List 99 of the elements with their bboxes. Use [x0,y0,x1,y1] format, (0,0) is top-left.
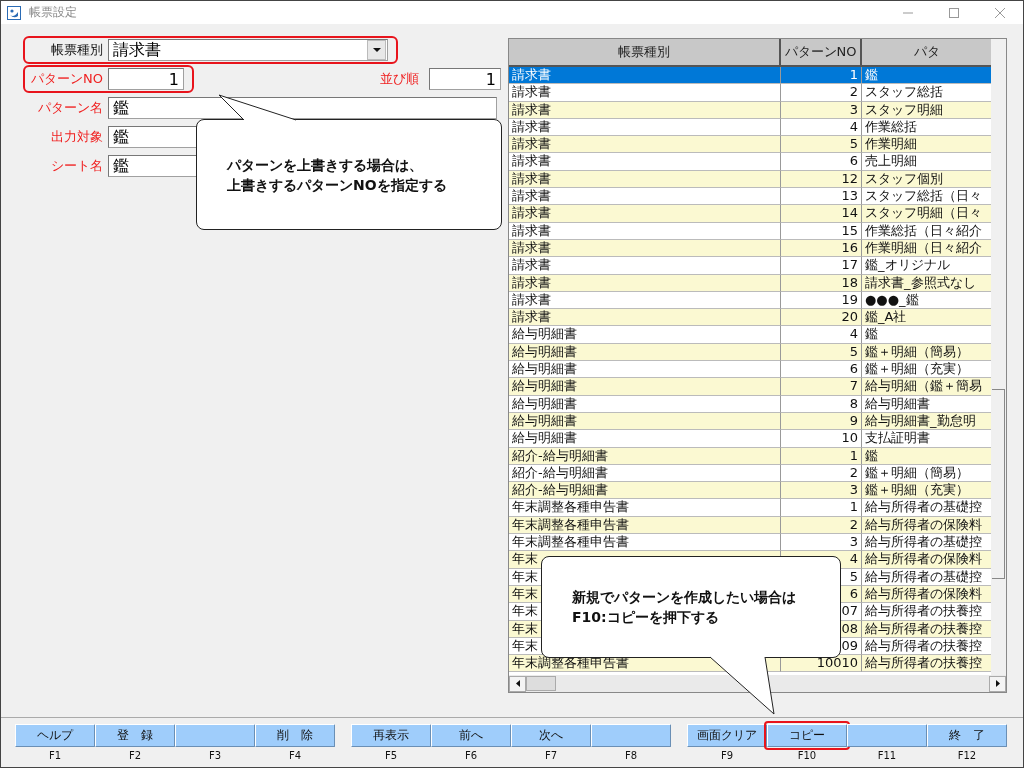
table-cell[interactable]: 給与所得者の扶養控 [862,655,991,673]
field-label: 帳票種別 [50,41,103,59]
table-cell[interactable]: 5 [781,136,862,154]
function-key-button[interactable]: 再表示 [351,724,431,747]
field-label: 出力対象 [50,128,103,146]
table-cell[interactable]: 鑑_A社 [862,309,991,327]
table-cell[interactable]: 請求書 [509,205,781,223]
table-cell[interactable]: 13 [781,188,862,206]
table-cell[interactable]: 3 [781,534,862,552]
callout-text: 新規でパターンを作成したい場合は [572,588,796,607]
function-key-button[interactable] [175,724,255,747]
table-cell[interactable]: 鑑＋明細（充実） [862,361,991,379]
callout-text: パターンを上書きする場合は、 [227,155,424,175]
function-key-button[interactable]: 削 除 [255,724,335,747]
table-cell[interactable]: 3 [781,482,862,500]
table-cell[interactable]: スタッフ明細（日々 [862,205,991,223]
table-cell[interactable]: 請求書 [509,257,781,275]
table-cell[interactable]: 7 [781,378,862,396]
function-key-button[interactable]: 次へ [511,724,591,747]
table-cell[interactable]: 給与所得者の基礎控 [862,534,991,552]
function-key-button[interactable]: コピー [767,724,847,747]
table-cell[interactable]: 1 [781,499,862,517]
window-title: 帳票設定 [29,4,77,21]
table-cell[interactable]: 請求書 [509,188,781,206]
table-cell[interactable]: 給与所得者の基礎控 [862,499,991,517]
table-cell[interactable]: 請求書 [509,309,781,327]
table-cell[interactable]: 6 [781,361,862,379]
scroll-thumb[interactable] [526,676,556,691]
field-label: 並び順 [380,70,419,88]
table-cell[interactable]: 給与明細書 [509,361,781,379]
function-key-label: F10 [797,750,817,761]
table-cell[interactable]: 給与所得者の扶養控 [862,603,991,621]
function-key-button[interactable] [847,724,927,747]
function-key-button[interactable]: 終 了 [927,724,1007,747]
table-cell[interactable]: 10 [781,430,862,448]
table-cell[interactable]: 1 [781,67,862,85]
function-key-button[interactable]: 画面クリア [687,724,767,747]
function-key-label: F8 [624,750,638,761]
horizontal-scrollbar[interactable] [509,675,1006,692]
table-cell[interactable]: 給与明細書 [509,378,781,396]
table-cell[interactable]: 年末調整各種申告書 [509,499,781,517]
table-cell[interactable]: 14 [781,205,862,223]
table-cell[interactable]: スタッフ総括 [862,84,991,102]
table-cell[interactable]: 鑑 [862,326,991,344]
table-cell[interactable]: 2 [781,84,862,102]
vertical-scrollbar[interactable] [991,39,1006,675]
column-header[interactable]: 帳票種別 [509,39,781,67]
table-cell[interactable]: 20 [781,309,862,327]
caret-icon [372,48,381,52]
app-icon [7,5,21,20]
table-cell[interactable]: 支払証明書 [862,430,991,448]
table-cell[interactable]: 鑑＋明細（充実） [862,482,991,500]
table-cell[interactable]: スタッフ総括（日々 [862,188,991,206]
maximize-icon[interactable] [949,7,959,18]
function-key-button[interactable]: 前へ [431,724,511,747]
function-key-label: F9 [720,750,734,761]
function-key-button[interactable] [591,724,671,747]
table-cell[interactable]: 4 [781,326,862,344]
table-cell[interactable]: 請求書 [509,153,781,171]
function-key-button[interactable]: 登 録 [95,724,175,747]
function-key-label: F1 [48,750,62,761]
table-cell[interactable]: 給与所得者の保険料 [862,551,991,569]
table-cell[interactable]: 請求書 [509,136,781,154]
table-cell[interactable]: 作業明細 [862,136,991,154]
callout-text: F10:コピーを押下する [572,608,720,627]
table-cell[interactable]: 6 [781,153,862,171]
table-cell[interactable]: 鑑_オリジナル [862,257,991,275]
function-key-label: F2 [128,750,142,761]
table-cell[interactable]: 年末調整各種申告書 [509,534,781,552]
report-type-dropdown[interactable]: 請求書 [108,39,388,61]
pattern-name-field[interactable]: 鑑 [108,97,497,119]
function-key-label: F11 [877,750,897,761]
table-cell[interactable]: 鑑 [862,67,991,85]
function-key-label: F5 [384,750,398,761]
table-cell[interactable]: 給与明細書 [509,430,781,448]
table-cell[interactable]: 給与明細書 [509,326,781,344]
left-arrow-icon [515,680,520,687]
table-cell[interactable]: 紹介-給与明細書 [509,482,781,500]
field-label: シート名 [50,157,103,175]
column-header[interactable]: パターンNO [781,39,862,67]
function-key-label: F7 [544,750,558,761]
table-cell[interactable]: 請求書 [509,84,781,102]
function-key-label: F6 [464,750,478,761]
function-key-label: F12 [957,750,977,761]
table-cell[interactable]: 17 [781,257,862,275]
column-header[interactable]: パタ [862,39,991,67]
function-key-button[interactable]: ヘルプ [15,724,95,747]
callout-text: 上書きするパターンNOを指定する [227,175,447,195]
field-label: パターンNO [30,70,103,88]
close-icon[interactable] [995,7,1005,18]
function-key-label: F3 [208,750,222,761]
field-label: パターン名 [37,99,103,117]
table-cell[interactable]: 売上明細 [862,153,991,171]
pattern-no-field[interactable]: 1 [108,68,184,90]
right-arrow-icon [995,680,1000,687]
sort-order-field[interactable]: 1 [429,68,501,90]
table-cell[interactable]: 給与明細（鑑＋簡易 [862,378,991,396]
table-cell[interactable]: 請求書 [509,67,781,85]
function-key-label: F4 [288,750,302,761]
